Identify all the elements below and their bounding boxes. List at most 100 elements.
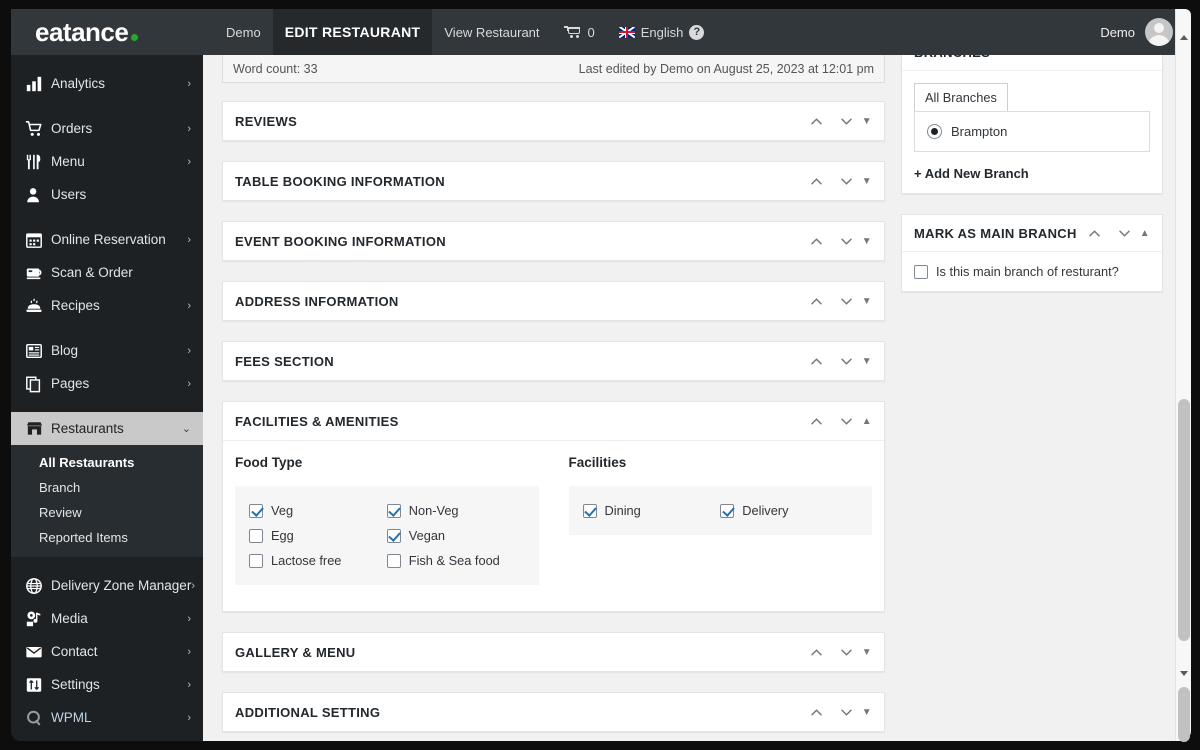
submenu-item-review[interactable]: Review <box>11 500 203 525</box>
checkbox-icon[interactable] <box>249 553 263 568</box>
move-down-icon[interactable] <box>838 352 856 370</box>
panel-header[interactable]: ADDITIONAL SETTING ▼ <box>223 693 884 731</box>
move-down-icon[interactable] <box>838 232 856 250</box>
scroll-up-arrow-icon[interactable] <box>1176 29 1192 45</box>
submenu-item-all-restaurants[interactable]: All Restaurants <box>11 450 203 475</box>
sidebar-item-pages[interactable]: Pages › <box>11 367 203 400</box>
sidebar-item-users[interactable]: Users <box>11 178 203 211</box>
panel-toggle-icon[interactable]: ▼ <box>862 356 872 367</box>
move-up-icon[interactable] <box>808 412 826 430</box>
sidebar-item-settings[interactable]: Settings › <box>11 668 203 701</box>
branch-option-brampton[interactable]: Brampton <box>927 124 1137 139</box>
scrollbar-thumb[interactable] <box>1178 399 1190 641</box>
sidebar-item-scan-order[interactable]: Scan & Order <box>11 256 203 289</box>
checkbox-icon[interactable] <box>249 528 263 543</box>
move-down-icon[interactable] <box>838 172 856 190</box>
panel-header[interactable]: ADDRESS INFORMATION ▼ <box>223 282 884 320</box>
panel-header[interactable]: FEES SECTION ▼ <box>223 342 884 380</box>
branch-tabs[interactable]: All Branches <box>914 83 1150 111</box>
content-scroll-area[interactable]: Word count: 33 Last edited by Demo on Au… <box>203 55 1175 741</box>
eatance-logo[interactable]: eatance <box>11 9 214 55</box>
submenu-item-branch[interactable]: Branch <box>11 475 203 500</box>
adminbar-language[interactable]: English ? <box>607 9 717 55</box>
move-up-icon[interactable] <box>808 643 826 661</box>
checkbox-row[interactable]: Fish & Sea food <box>386 553 525 568</box>
scroll-down-arrow-icon[interactable] <box>1176 665 1192 681</box>
checkbox-icon[interactable] <box>249 503 263 518</box>
panel-toggle-icon[interactable]: ▲ <box>862 416 872 427</box>
move-up-icon[interactable] <box>808 703 826 721</box>
panel-toggle-icon[interactable]: ▼ <box>862 707 872 718</box>
sidebar-item-wpml[interactable]: WPML › <box>11 701 203 734</box>
panel-toggle-icon[interactable]: ▼ <box>862 296 872 307</box>
language-label: English <box>640 24 684 40</box>
panel-toggle-icon[interactable]: ▼ <box>862 647 872 658</box>
submenu-item-reported-items[interactable]: Reported Items <box>11 525 203 550</box>
move-down-icon[interactable] <box>838 112 856 130</box>
sidebar-item-delivery-zone-manager[interactable]: Delivery Zone Manager › <box>11 569 203 602</box>
panel-header[interactable]: TABLE BOOKING INFORMATION ▼ <box>223 162 884 200</box>
panel-header[interactable]: REVIEWS ▼ <box>223 102 884 140</box>
sidebar-item-blog[interactable]: Blog › <box>11 334 203 367</box>
checkbox-icon[interactable] <box>386 503 401 518</box>
checkbox-row[interactable]: Lactose free <box>249 553 387 568</box>
sidebar-item-recipes[interactable]: Recipes › <box>11 289 203 322</box>
adminbar-view-restaurant[interactable]: View Restaurant <box>432 9 551 55</box>
checkbox-row[interactable]: Delivery <box>720 503 858 518</box>
adminbar-tab-edit-restaurant[interactable]: EDIT RESTAURANT <box>272 9 433 55</box>
move-up-icon[interactable] <box>808 172 826 190</box>
panel-address-information: ADDRESS INFORMATION ▼ <box>222 281 885 321</box>
restaurants-submenu[interactable]: All Restaurants Branch Review Reported Item… <box>11 445 203 557</box>
checkbox-row[interactable]: Non-Veg <box>386 503 525 518</box>
move-up-icon[interactable] <box>808 112 826 130</box>
sidebar-item-contact[interactable]: Contact › <box>11 635 203 668</box>
move-down-icon[interactable] <box>838 643 856 661</box>
move-up-icon[interactable] <box>808 352 826 370</box>
checkbox-row[interactable]: Egg <box>249 528 387 543</box>
panel-title: EVENT BOOKING INFORMATION <box>235 233 446 249</box>
admin-sidebar[interactable]: Analytics › Orders › Menu › Users Online Reserv… <box>11 55 203 741</box>
sidebar-item-online-reservation[interactable]: Online Reservation › <box>11 223 203 256</box>
chevron-icon: › <box>187 155 191 168</box>
move-down-icon[interactable] <box>838 703 856 721</box>
sidebar-item-restaurants[interactable]: Restaurants ⌄ <box>11 412 203 445</box>
sidebar-item-orders[interactable]: Orders › <box>11 112 203 145</box>
adminbar-cart[interactable]: 0 <box>552 9 607 55</box>
checkbox-icon[interactable] <box>914 264 928 279</box>
adminbar-site-name[interactable]: Demo <box>214 9 273 55</box>
help-icon[interactable]: ? <box>689 24 705 40</box>
move-up-icon[interactable] <box>808 292 826 310</box>
checkbox-icon[interactable] <box>386 528 401 543</box>
checkbox-icon[interactable] <box>720 503 735 518</box>
account-name: Demo <box>1100 24 1135 40</box>
panel-main-branch-header[interactable]: MARK AS MAIN BRANCH ▲ <box>902 215 1162 251</box>
sidebar-item-media[interactable]: Media › <box>11 602 203 635</box>
checkbox-row[interactable]: Dining <box>582 503 721 518</box>
scrollbar-thumb-lower[interactable] <box>1178 687 1190 742</box>
move-up-icon[interactable] <box>1086 224 1104 242</box>
menu-separator <box>11 211 203 223</box>
main-branch-checkbox-row[interactable]: Is this main branch of resturant? <box>914 264 1150 279</box>
move-down-icon[interactable] <box>838 292 856 310</box>
page-scrollbar[interactable] <box>1175 9 1192 742</box>
move-down-icon[interactable] <box>1116 224 1134 242</box>
move-down-icon[interactable] <box>838 412 856 430</box>
branch-tab-all[interactable]: All Branches <box>914 83 1008 111</box>
panel-header[interactable]: EVENT BOOKING INFORMATION ▼ <box>223 222 884 260</box>
checkbox-row[interactable]: Vegan <box>386 528 525 543</box>
checkbox-row[interactable]: Veg <box>249 503 387 518</box>
panel-header[interactable]: GALLERY & MENU ▼ <box>223 633 884 671</box>
checkbox-icon[interactable] <box>582 503 597 518</box>
panel-toggle-icon[interactable]: ▼ <box>862 116 872 127</box>
checkbox-icon[interactable] <box>386 553 401 568</box>
move-up-icon[interactable] <box>808 232 826 250</box>
sidebar-item-menu[interactable]: Menu › <box>11 145 203 178</box>
panel-branches-header[interactable]: BRANCHES <box>902 55 1162 70</box>
panel-facilities-header[interactable]: FACILITIES & AMENITIES ▲ <box>223 402 884 440</box>
panel-toggle-icon[interactable]: ▼ <box>862 176 872 187</box>
panel-toggle-icon[interactable]: ▲ <box>1140 228 1150 239</box>
radio-icon[interactable] <box>927 124 942 139</box>
add-new-branch-link[interactable]: + Add New Branch <box>914 166 1150 181</box>
sidebar-item-analytics[interactable]: Analytics › <box>11 67 203 100</box>
panel-toggle-icon[interactable]: ▼ <box>862 236 872 247</box>
